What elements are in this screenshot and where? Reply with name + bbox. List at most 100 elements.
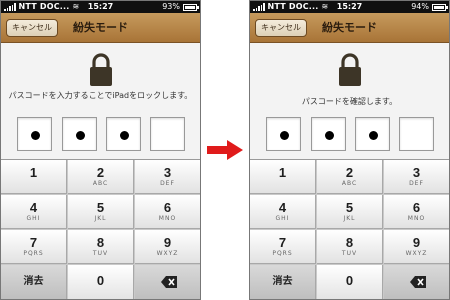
key-digit: 1 xyxy=(29,165,38,180)
cancel-button[interactable]: キャンセル xyxy=(255,19,307,37)
key-5[interactable]: 5 JKL xyxy=(317,195,383,229)
key-1[interactable]: 1 xyxy=(250,160,316,194)
phone-screen-before: NTT DOC... ≋ 15:27 93% キャンセル 紛失モード パスコード… xyxy=(0,0,201,300)
pin-box-2[interactable] xyxy=(62,117,97,151)
pin-box-4[interactable] xyxy=(399,117,434,151)
padlock-icon xyxy=(339,53,361,86)
key-letters: WXYZ xyxy=(405,250,428,257)
key-letters: ABC xyxy=(341,180,358,187)
key-6[interactable]: 6 MNO xyxy=(384,195,449,229)
backspace-icon xyxy=(161,276,177,288)
pin-dot xyxy=(280,131,289,140)
clear-label: 消去 xyxy=(272,276,293,287)
pin-dot xyxy=(120,131,129,140)
padlock-icon xyxy=(90,53,112,86)
backspace-icon xyxy=(410,276,426,288)
nav-bar: キャンセル 紛失モード xyxy=(1,13,200,43)
delete-key[interactable] xyxy=(384,265,449,299)
clear-key[interactable]: 消去 xyxy=(1,265,67,299)
key-2[interactable]: 2 ABC xyxy=(68,160,134,194)
key-9[interactable]: 9 WXYZ xyxy=(384,230,449,264)
key-letters: PQRS xyxy=(272,250,293,257)
key-3[interactable]: 3 DEF xyxy=(384,160,449,194)
battery-percent: 94% xyxy=(411,2,429,11)
key-digit: 4 xyxy=(29,200,38,215)
status-bar: NTT DOC... ≋ 15:27 93% xyxy=(1,1,200,13)
key-letters: GHI xyxy=(26,215,41,222)
key-7[interactable]: 7 PQRS xyxy=(250,230,316,264)
key-digit: 5 xyxy=(345,200,354,215)
phone-screen-after: NTT DOC... ≋ 15:27 94% キャンセル 紛失モード パスコード… xyxy=(249,0,450,300)
key-8[interactable]: 8 TUV xyxy=(317,230,383,264)
pin-dot xyxy=(325,131,334,140)
numeric-keypad: 1 2 ABC 3 DEF 4 GHI 5 JKL 6 MNO 7 PQRS 8 TUV 9W… xyxy=(1,159,200,299)
key-2[interactable]: 2 ABC xyxy=(317,160,383,194)
battery-icon xyxy=(183,3,199,11)
battery-percent: 93% xyxy=(162,2,180,11)
key-0[interactable]: 0 xyxy=(317,265,383,299)
pin-box-3[interactable] xyxy=(106,117,141,151)
pin-box-1[interactable] xyxy=(17,117,52,151)
pin-box-3[interactable] xyxy=(355,117,390,151)
key-0[interactable]: 0 xyxy=(68,265,134,299)
key-letters: ABC xyxy=(92,180,109,187)
key-digit: 0 xyxy=(345,273,354,288)
instruction-message: パスコードを入力することでiPadをロックします。 xyxy=(8,91,193,100)
key-8[interactable]: 8 TUV xyxy=(68,230,134,264)
pin-dot xyxy=(31,131,40,140)
key-digit: 7 xyxy=(29,235,38,250)
battery-icon xyxy=(432,3,448,11)
key-letters: PQRS xyxy=(23,250,44,257)
key-letters: JKL xyxy=(343,215,356,222)
key-6[interactable]: 6 MNO xyxy=(135,195,200,229)
key-1[interactable]: 1 xyxy=(1,160,67,194)
key-7[interactable]: 7 PQRS xyxy=(1,230,67,264)
instruction-message: パスコードを確認します。 xyxy=(301,97,398,106)
key-digit: 5 xyxy=(96,200,105,215)
numeric-keypad: 1 2 ABC 3 DEF 4 GHI 5 JKL 6 MNO 7 PQRS 8 TUV 9W… xyxy=(250,159,449,299)
key-letters: TUV xyxy=(341,250,358,257)
pin-box-2[interactable] xyxy=(311,117,346,151)
clear-key[interactable]: 消去 xyxy=(250,265,316,299)
nav-bar: キャンセル 紛失モード xyxy=(250,13,449,43)
key-letters: GHI xyxy=(275,215,290,222)
key-letters: DEF xyxy=(160,180,175,187)
clear-label: 消去 xyxy=(23,276,44,287)
key-digit: 2 xyxy=(96,165,105,180)
key-digit: 4 xyxy=(278,200,287,215)
key-digit: 0 xyxy=(96,273,105,288)
key-4[interactable]: 4 GHI xyxy=(250,195,316,229)
pin-box-4[interactable] xyxy=(150,117,185,151)
key-digit: 8 xyxy=(345,235,354,250)
key-digit: 1 xyxy=(278,165,287,180)
key-4[interactable]: 4 GHI xyxy=(1,195,67,229)
passcode-panel: パスコードを入力することでiPadをロックします。 xyxy=(1,43,200,159)
pin-dot xyxy=(76,131,85,140)
cancel-button[interactable]: キャンセル xyxy=(6,19,58,37)
key-3[interactable]: 3 DEF xyxy=(135,160,200,194)
pin-box-1[interactable] xyxy=(266,117,301,151)
key-9[interactable]: 9 WXYZ xyxy=(135,230,200,264)
key-digit: 6 xyxy=(412,200,421,215)
key-digit: 3 xyxy=(412,165,421,180)
delete-key[interactable] xyxy=(135,265,200,299)
key-digit: 7 xyxy=(278,235,287,250)
right-arrow-icon xyxy=(207,140,243,160)
key-5[interactable]: 5 JKL xyxy=(68,195,134,229)
key-letters: WXYZ xyxy=(156,250,179,257)
key-digit: 2 xyxy=(345,165,354,180)
key-digit: 9 xyxy=(163,235,172,250)
key-letters: JKL xyxy=(94,215,107,222)
key-letters: MNO xyxy=(158,215,177,222)
key-digit: 9 xyxy=(412,235,421,250)
key-digit: 3 xyxy=(163,165,172,180)
page-title: 紛失モード xyxy=(322,21,377,34)
key-digit: 8 xyxy=(96,235,105,250)
key-digit: 6 xyxy=(163,200,172,215)
status-bar: NTT DOC... ≋ 15:27 94% xyxy=(250,1,449,13)
page-title: 紛失モード xyxy=(73,21,128,34)
key-letters: TUV xyxy=(92,250,109,257)
key-letters: MNO xyxy=(407,215,426,222)
passcode-panel: パスコードを確認します。 xyxy=(250,43,449,159)
pin-dot xyxy=(369,131,378,140)
